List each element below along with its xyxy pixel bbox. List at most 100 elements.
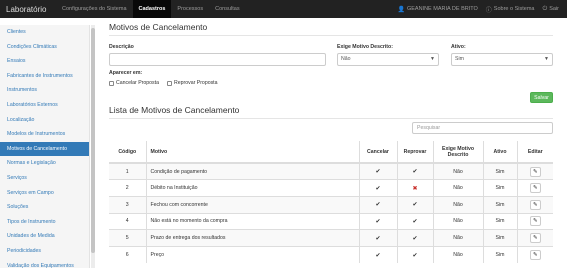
sidebar-item-motivos[interactable]: Motivos de Cancelamento <box>0 141 89 157</box>
sidebar-item-localizacao[interactable]: Localização <box>0 113 89 128</box>
cell-reprovar: ✔ <box>396 195 433 214</box>
edit-button[interactable]: ✎ <box>529 250 541 261</box>
cell-codigo: 5 <box>109 229 146 247</box>
exit-label: Sair <box>549 6 559 12</box>
exige-select-value: Não <box>341 56 351 62</box>
search-input[interactable]: Pesquisar <box>412 122 553 134</box>
cell-editar: ✎ <box>516 195 553 214</box>
descricao-input[interactable] <box>109 53 326 66</box>
check-icon: ✔ <box>375 235 381 242</box>
sidebar-item-tipos[interactable]: Tipos de Instrumento <box>0 215 89 230</box>
cell-cancelar: ✔ <box>358 229 397 247</box>
cell-motivo: Débito na Instituição <box>145 179 359 197</box>
table-row: 1 Condição de pagamento ✔ ✔ Não Sim ✎ <box>109 162 553 180</box>
col-motivo[interactable]: Motivo <box>145 141 359 164</box>
edit-button[interactable]: ✎ <box>529 166 541 177</box>
col-editar: Editar <box>516 141 553 164</box>
col-ativo[interactable]: Ativo <box>482 141 517 164</box>
cell-motivo: Preço <box>145 245 359 264</box>
sidebar-item-normas[interactable]: Normas e Legislação <box>0 156 89 171</box>
sidebar-item-periodicidades[interactable]: Periodicidades <box>0 244 89 259</box>
sidebar-item-solucoes[interactable]: Soluções <box>0 200 89 215</box>
cell-reprovar: ✔ <box>396 245 433 264</box>
checkbox-box[interactable] <box>166 80 172 86</box>
sidebar-item-laboratorios[interactable]: Laboratórios Externos <box>0 98 89 113</box>
col-reprovar[interactable]: Reprovar <box>396 141 433 164</box>
nav-consultas[interactable]: Consultas <box>209 0 245 18</box>
ativo-select-value: Sim <box>455 56 464 62</box>
cell-exige: Não <box>432 179 483 197</box>
sidebar-item-servicos[interactable]: Serviços <box>0 171 89 186</box>
motivos-table: Código Motivo Cancelar Reprovar Exige Mo… <box>109 141 553 264</box>
sidebar: Clientes Condições Climáticas Ensaios Fa… <box>0 25 90 268</box>
cell-ativo: Sim <box>482 195 517 214</box>
cell-motivo: Fechou com concorrente <box>145 195 359 214</box>
page-title: Motivos de Cancelamento <box>109 22 553 36</box>
check-icon: ✔ <box>375 169 381 176</box>
cancelar-checkbox[interactable]: Cancelar Proposta <box>109 80 159 86</box>
edit-button[interactable]: ✎ <box>529 183 541 194</box>
table-row: 6 Preço ✔ ✔ Não Sim ✎ <box>109 245 553 264</box>
user-name: GEANINE MARIA DE BRITO <box>406 6 478 12</box>
user-menu[interactable]: 👤 GEANINE MARIA DE BRITO <box>393 6 481 13</box>
check-icon: ✔ <box>375 252 381 259</box>
reprovar-checkbox[interactable]: Reprovar Proposta <box>166 80 218 86</box>
check-icon: ✔ <box>412 235 418 242</box>
col-codigo[interactable]: Código <box>109 141 146 164</box>
cell-reprovar: ✔ <box>396 162 433 180</box>
cell-exige: Não <box>432 212 483 230</box>
table-row: 5 Prazo de entrega dos resultados ✔ ✔ Não Sim… <box>109 229 553 247</box>
checkbox-box[interactable] <box>109 80 114 86</box>
sidebar-item-ensaios[interactable]: Ensaios <box>0 54 89 69</box>
save-button[interactable]: Salvar <box>530 92 553 103</box>
cell-ativo: Sim <box>482 245 517 264</box>
cell-cancelar: ✔ <box>358 245 397 264</box>
check-icon: ✔ <box>412 252 418 259</box>
main-content: Motivos de Cancelamento Descrição Exige … <box>109 22 553 264</box>
pencil-icon: ✎ <box>532 168 538 175</box>
info-icon: ⓘ <box>485 7 492 14</box>
cell-exige: Não <box>432 229 483 247</box>
brand-logo[interactable]: Laboratório <box>0 5 56 14</box>
table-row: 2 Débito na Instituição ✔ ✖ Não Sim ✎ <box>109 179 553 197</box>
cell-editar: ✎ <box>516 229 553 247</box>
sidebar-item-servicos-campo[interactable]: Serviços em Campo <box>0 186 89 201</box>
sidebar-item-validacao[interactable]: Validação dos Equipamentos <box>0 259 89 268</box>
sidebar-item-fabricantes[interactable]: Fabricantes de Instrumentos <box>0 69 89 84</box>
sidebar-item-instrumentos[interactable]: Instrumentos <box>0 83 89 98</box>
chevron-down-icon: ▼ <box>544 56 549 62</box>
exige-label: Exige Motivo Descrito: <box>337 44 393 50</box>
pencil-icon: ✎ <box>532 201 538 208</box>
pencil-icon: ✎ <box>532 235 538 242</box>
sidebar-scrollbar-thumb[interactable] <box>91 28 95 253</box>
cell-ativo: Sim <box>482 179 517 197</box>
sidebar-item-unidades[interactable]: Unidades de Medida <box>0 229 89 244</box>
top-navbar: Laboratório Configurações do Sistema Cad… <box>0 0 567 18</box>
col-cancelar[interactable]: Cancelar <box>358 141 397 164</box>
cell-motivo: Prazo de entrega dos resultados <box>145 229 359 247</box>
pencil-icon: ✎ <box>532 218 538 225</box>
sidebar-item-clientes[interactable]: Clientes <box>0 25 89 40</box>
sidebar-item-condicoes[interactable]: Condições Climáticas <box>0 40 89 55</box>
table-row: 3 Fechou com concorrente ✔ ✔ Não Sim ✎ <box>109 195 553 214</box>
edit-button[interactable]: ✎ <box>529 216 541 227</box>
reprovar-checkbox-label: Reprovar Proposta <box>173 80 218 86</box>
cell-editar: ✎ <box>516 212 553 230</box>
ativo-select[interactable]: Sim ▼ <box>451 53 553 66</box>
nav-configuracoes[interactable]: Configurações do Sistema <box>56 0 133 18</box>
edit-button[interactable]: ✎ <box>529 233 541 244</box>
cell-reprovar: ✖ <box>396 179 433 197</box>
nav-cadastros[interactable]: Cadastros <box>132 0 172 18</box>
col-exige[interactable]: Exige Motivo Descrito <box>432 141 483 164</box>
exige-select[interactable]: Não ▼ <box>337 53 439 66</box>
nav-processos[interactable]: Processos <box>171 0 209 18</box>
aparecer-label: Aparecer em: <box>109 70 143 76</box>
exit-link[interactable]: ⏻ Sair <box>538 6 563 13</box>
edit-button[interactable]: ✎ <box>529 199 541 210</box>
cell-codigo: 1 <box>109 162 146 180</box>
check-icon: ✔ <box>412 202 418 209</box>
cell-reprovar: ✔ <box>396 229 433 247</box>
descricao-label: Descrição <box>109 44 134 50</box>
sidebar-item-modelos[interactable]: Modelos de Instrumentos <box>0 127 89 142</box>
about-link[interactable]: ⓘ Sobre o Sistema <box>482 5 539 14</box>
